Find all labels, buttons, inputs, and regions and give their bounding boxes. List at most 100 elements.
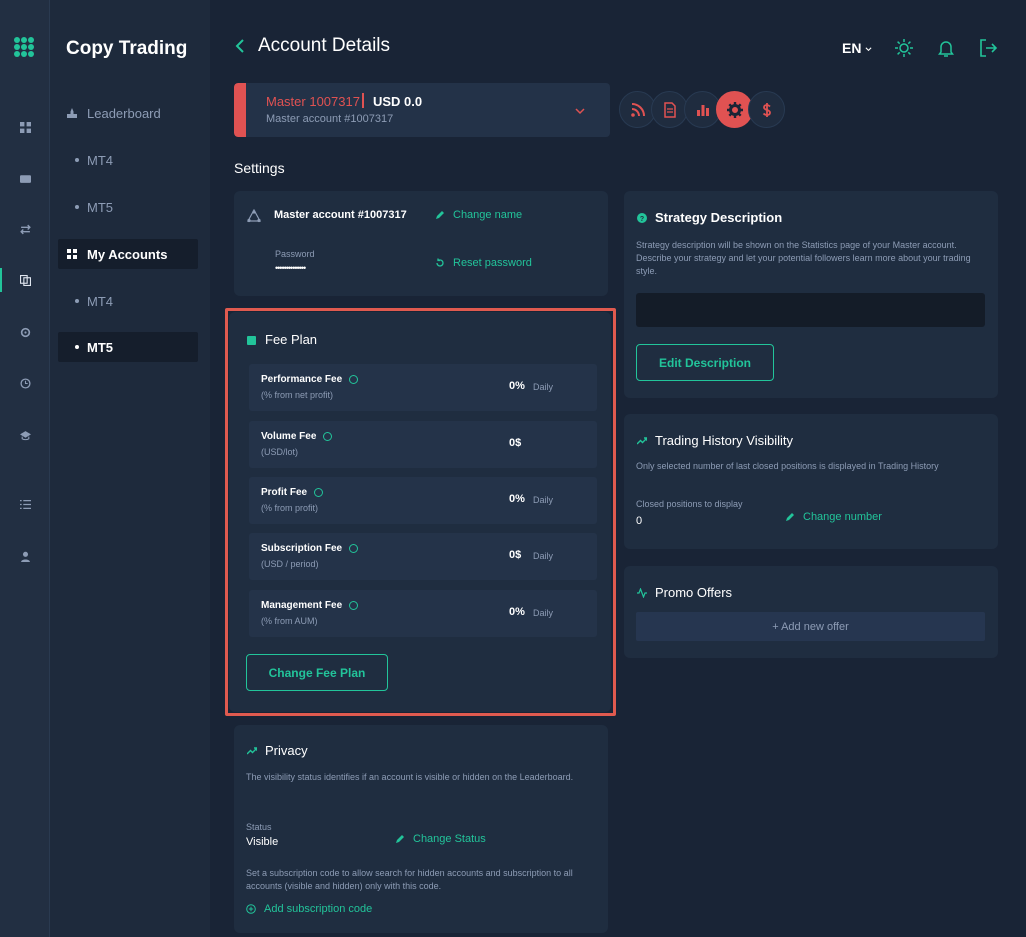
fee-value: 0% bbox=[509, 380, 525, 392]
fee-value: 0% bbox=[509, 493, 525, 505]
edit-description-button[interactable]: Edit Description bbox=[636, 344, 774, 381]
change-fee-plan-button[interactable]: Change Fee Plan bbox=[246, 654, 388, 691]
fee-unit: (% from profit) bbox=[261, 503, 319, 513]
reset-password-label: Reset password bbox=[453, 257, 532, 269]
dashboard-icon[interactable] bbox=[18, 120, 32, 134]
closed-positions-label: Closed positions to display bbox=[636, 499, 743, 509]
secondary-nav: Copy Trading Leaderboard MT4 MT5 My Acco… bbox=[50, 0, 210, 937]
account-name: Master 1007317 bbox=[266, 94, 360, 109]
wallet-icon[interactable] bbox=[18, 171, 32, 185]
add-subscription-code-label: Add subscription code bbox=[264, 903, 373, 915]
password-label: Password bbox=[275, 249, 315, 259]
language-label: EN bbox=[842, 40, 862, 56]
chevron-down-icon bbox=[574, 104, 586, 116]
subscription-code-description: Set a subscription code to allow search … bbox=[246, 868, 573, 891]
fee-unit: (% from AUM) bbox=[261, 616, 318, 626]
nav-leaderboard[interactable]: Leaderboard bbox=[58, 98, 198, 128]
change-number-link[interactable]: Change number bbox=[785, 511, 882, 523]
history-title: Trading History Visibility bbox=[637, 433, 793, 448]
fee-row: Subscription Fee (USD / period) 0$ Daily bbox=[249, 533, 597, 580]
settings-heading: Settings bbox=[234, 160, 285, 176]
password-mask: •••••••••••••• bbox=[275, 263, 306, 273]
change-name-link[interactable]: Change name bbox=[435, 209, 522, 221]
strategy-title: ? Strategy Description bbox=[637, 210, 782, 225]
education-icon[interactable] bbox=[18, 428, 32, 442]
account-settings-card: Master account #1007317 Change name Pass… bbox=[234, 191, 608, 296]
pencil-icon bbox=[786, 513, 794, 521]
nav-leaderboard-mt5[interactable]: MT5 bbox=[58, 192, 198, 222]
logout-icon[interactable] bbox=[978, 38, 998, 58]
nav-label: MT4 bbox=[87, 293, 113, 309]
fee-name-label: Volume Fee bbox=[261, 431, 317, 442]
fee-plan-card: Fee Plan Performance Fee (% from net pro… bbox=[229, 312, 611, 712]
closed-positions-value: 0 bbox=[636, 515, 643, 527]
wallet-icon bbox=[247, 335, 257, 345]
user-icon[interactable] bbox=[18, 549, 32, 563]
account-balance: USD 0.0 bbox=[373, 94, 423, 109]
fee-value: 0$ bbox=[509, 549, 522, 561]
fee-name-label: Management Fee bbox=[261, 600, 343, 611]
info-icon[interactable] bbox=[323, 432, 333, 441]
reset-icon bbox=[436, 258, 444, 267]
account-separator bbox=[362, 93, 364, 108]
trading-history-card: Trading History Visibility Only selected… bbox=[624, 414, 998, 549]
fee-plan-title: Fee Plan bbox=[247, 332, 317, 347]
fee-row: Volume Fee (USD/lot) 0$ bbox=[249, 421, 597, 468]
fee-row: Management Fee (% from AUM) 0% Daily bbox=[249, 590, 597, 637]
page-title: Account Details bbox=[258, 35, 391, 56]
fee-plan-title-label: Fee Plan bbox=[265, 332, 318, 347]
history-description: Only selected number of last closed posi… bbox=[636, 461, 939, 471]
fee-name: Management Fee bbox=[261, 600, 359, 611]
promo-title-label: Promo Offers bbox=[655, 585, 733, 600]
bell-icon[interactable] bbox=[936, 38, 956, 58]
document-icon[interactable] bbox=[651, 91, 688, 128]
clock-icon[interactable] bbox=[18, 376, 32, 390]
dollar-icon[interactable] bbox=[748, 91, 785, 128]
fee-name: Subscription Fee bbox=[261, 543, 359, 554]
change-status-link[interactable]: Change Status bbox=[395, 833, 486, 845]
account-type-icon bbox=[246, 208, 262, 228]
nav-leaderboard-mt4[interactable]: MT4 bbox=[58, 145, 198, 175]
fee-row: Profit Fee (% from profit) 0% Daily bbox=[249, 477, 597, 524]
change-name-label: Change name bbox=[453, 209, 523, 221]
copy-trading-icon[interactable] bbox=[18, 273, 32, 287]
nav-my-accounts[interactable]: My Accounts bbox=[58, 239, 198, 269]
nav-accounts-mt4[interactable]: MT4 bbox=[58, 286, 198, 316]
info-icon[interactable] bbox=[349, 375, 359, 384]
strategy-description-text: Strategy description will be shown on th… bbox=[636, 240, 971, 276]
theme-sun-icon[interactable] bbox=[894, 38, 914, 58]
back-chevron-icon[interactable] bbox=[233, 37, 247, 55]
gear-icon[interactable] bbox=[18, 325, 32, 339]
nav-label: MT5 bbox=[87, 339, 113, 355]
privacy-title: Privacy bbox=[247, 743, 308, 758]
logo-icon[interactable] bbox=[14, 37, 34, 57]
strategy-description-field[interactable] bbox=[636, 293, 985, 327]
pencil-icon bbox=[436, 211, 444, 219]
privacy-card: Privacy The visibility status identifies… bbox=[234, 725, 608, 933]
info-icon[interactable] bbox=[349, 544, 359, 553]
nav-accounts-mt5[interactable]: MT5 bbox=[58, 332, 198, 362]
language-selector[interactable]: EN bbox=[842, 40, 872, 56]
add-new-offer-button[interactable]: + Add new offer bbox=[636, 612, 985, 641]
fee-period: Daily bbox=[533, 551, 554, 561]
svg-text:?: ? bbox=[640, 216, 644, 223]
fee-period: Daily bbox=[533, 495, 554, 505]
status-label: Status bbox=[246, 822, 272, 832]
account-selector[interactable]: Master 1007317 USD 0.0 Master account #1… bbox=[234, 83, 610, 137]
podium-icon bbox=[67, 108, 77, 118]
add-subscription-code-link[interactable]: Add subscription code bbox=[246, 903, 372, 915]
fee-name-label: Subscription Fee bbox=[261, 543, 343, 554]
list-icon[interactable] bbox=[18, 497, 32, 511]
info-icon[interactable] bbox=[349, 601, 359, 610]
nav-label: MT5 bbox=[87, 199, 113, 215]
reset-password-link[interactable]: Reset password bbox=[435, 257, 532, 269]
fee-name: Performance Fee bbox=[261, 374, 359, 385]
fee-value: 0% bbox=[509, 606, 525, 618]
fee-name: Volume Fee bbox=[261, 431, 333, 442]
transfer-icon[interactable] bbox=[18, 222, 32, 236]
info-icon[interactable] bbox=[314, 488, 324, 497]
fee-unit: (% from net profit) bbox=[261, 390, 334, 400]
privacy-description: The visibility status identifies if an a… bbox=[246, 772, 574, 782]
icon-rail bbox=[0, 0, 50, 937]
fee-row: Performance Fee (% from net profit) 0% D… bbox=[249, 364, 597, 411]
